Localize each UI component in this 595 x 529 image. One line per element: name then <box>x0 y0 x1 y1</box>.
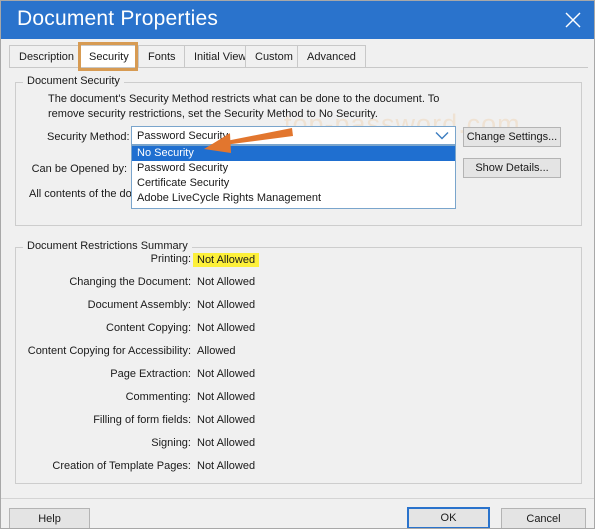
security-method-value: Password Security <box>132 130 429 142</box>
footer-divider <box>1 498 595 499</box>
chevron-down-icon[interactable] <box>429 127 455 144</box>
restriction-row: Changing the Document: Not Allowed <box>1 276 595 299</box>
dropdown-option-password-security[interactable]: Password Security <box>132 161 455 176</box>
restriction-label: Filling of form fields: <box>1 414 191 426</box>
restriction-value: Not Allowed <box>197 437 255 449</box>
window-title: Document Properties <box>17 7 218 31</box>
security-description: The document's Security Method restricts… <box>48 92 468 122</box>
restriction-label: Signing: <box>1 437 191 449</box>
dropdown-option-adobe-livecycle[interactable]: Adobe LiveCycle Rights Management <box>132 191 455 206</box>
restriction-label: Creation of Template Pages: <box>1 460 191 472</box>
tab-custom[interactable]: Custom <box>245 45 303 67</box>
ok-button[interactable]: OK <box>407 507 490 529</box>
can-be-opened-by-label: Can be Opened by: <box>27 163 127 175</box>
restriction-value: Not Allowed <box>193 253 259 267</box>
restriction-value: Not Allowed <box>197 276 255 288</box>
restriction-value: Not Allowed <box>197 322 255 334</box>
restriction-row: Filling of form fields: Not Allowed <box>1 414 595 437</box>
tab-description[interactable]: Description <box>9 45 84 67</box>
tab-strip: Description Security Fonts Initial View … <box>9 45 588 69</box>
restriction-value: Not Allowed <box>197 460 255 472</box>
restriction-label: Changing the Document: <box>1 276 191 288</box>
restriction-row: Document Assembly: Not Allowed <box>1 299 595 322</box>
restriction-value: Not Allowed <box>197 299 255 311</box>
restriction-row: Content Copying for Accessibility: Allow… <box>1 345 595 368</box>
show-details-button[interactable]: Show Details... <box>463 158 561 178</box>
dropdown-option-no-security[interactable]: No Security <box>132 146 455 161</box>
title-bar: Document Properties <box>1 1 595 39</box>
restriction-value: Allowed <box>197 345 236 357</box>
document-restrictions-group-title: Document Restrictions Summary <box>23 240 192 252</box>
restriction-row: Printing: Not Allowed <box>1 253 595 276</box>
restriction-label: Document Assembly: <box>1 299 191 311</box>
security-method-dropdown-list[interactable]: No Security Password Security Certificat… <box>131 145 456 209</box>
restriction-row: Commenting: Not Allowed <box>1 391 595 414</box>
restriction-value: Not Allowed <box>197 368 255 380</box>
tab-fonts[interactable]: Fonts <box>138 45 186 67</box>
restriction-row: Page Extraction: Not Allowed <box>1 368 595 391</box>
document-properties-dialog: Document Properties top-password.com Des… <box>0 0 595 529</box>
tab-advanced[interactable]: Advanced <box>297 45 366 67</box>
security-method-label: Security Method: <box>47 131 127 143</box>
restriction-value: Not Allowed <box>197 391 255 403</box>
restriction-label: Content Copying: <box>1 322 191 334</box>
change-settings-button[interactable]: Change Settings... <box>463 127 561 147</box>
restriction-label: Page Extraction: <box>1 368 191 380</box>
restriction-row: Content Copying: Not Allowed <box>1 322 595 345</box>
dropdown-option-certificate-security[interactable]: Certificate Security <box>132 176 455 191</box>
cancel-button[interactable]: Cancel <box>501 508 586 529</box>
restriction-label: Commenting: <box>1 391 191 403</box>
security-method-combobox[interactable]: Password Security <box>131 126 456 145</box>
document-security-group-title: Document Security <box>23 75 124 87</box>
tab-security[interactable]: Security <box>79 45 139 67</box>
restrictions-list: Printing: Not Allowed Changing the Docum… <box>1 253 595 483</box>
restriction-row: Signing: Not Allowed <box>1 437 595 460</box>
restriction-row: Creation of Template Pages: Not Allowed <box>1 460 595 483</box>
close-icon[interactable] <box>550 1 595 39</box>
restriction-label: Printing: <box>1 253 191 265</box>
restriction-value: Not Allowed <box>197 414 255 426</box>
restriction-label: Content Copying for Accessibility: <box>1 345 191 357</box>
help-button[interactable]: Help <box>9 508 90 529</box>
